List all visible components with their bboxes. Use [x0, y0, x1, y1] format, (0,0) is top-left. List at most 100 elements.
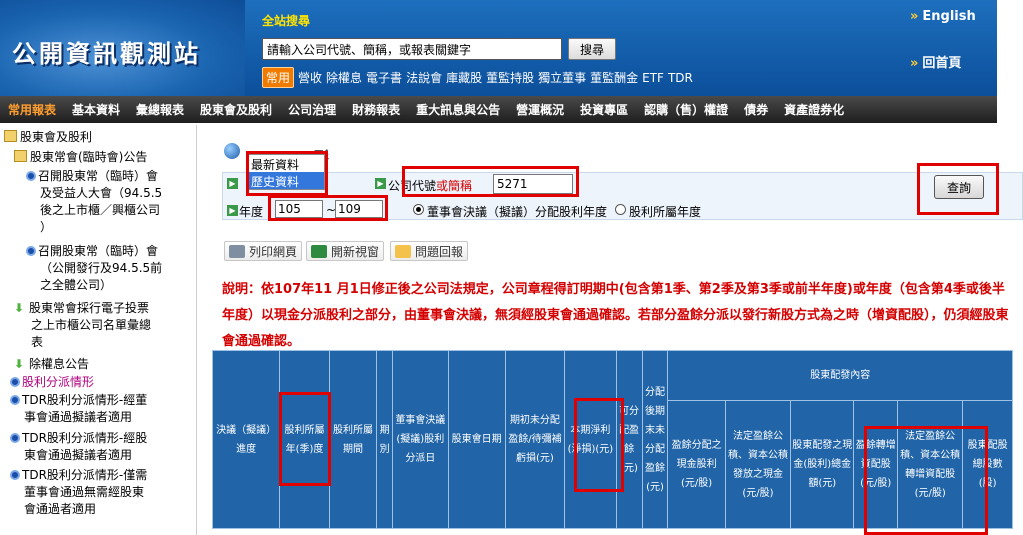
tree-item-current[interactable]: 股利分派情形	[10, 374, 94, 391]
table-header: 決議（擬議）進度	[211, 350, 281, 529]
nav-item[interactable]: 財務報表	[344, 101, 408, 118]
main-nav: 常用報表 基本資料 彙總報表 股東會及股利 公司治理 財務報表 重大訊息與公告 …	[0, 96, 997, 123]
tree-root[interactable]: 股東會及股利	[4, 129, 92, 146]
quick-link[interactable]: TDR	[668, 71, 693, 85]
bullet-icon	[10, 470, 20, 480]
table-subheader: 盈餘轉增資配股(元/股)	[853, 400, 899, 529]
radio-board-year[interactable]	[413, 204, 424, 215]
bullet-icon	[10, 433, 20, 443]
table-header: 董事會決議(擬議)股利分派日	[392, 350, 449, 529]
table-subheader: 股東配股總股數(股)	[962, 400, 1013, 529]
quick-link[interactable]: 庫藏股	[446, 69, 482, 86]
arrow-right-icon: ▶	[227, 205, 238, 216]
company-code-input[interactable]	[493, 174, 573, 194]
table-header: 期別	[376, 350, 394, 529]
tree-group[interactable]: 股東常會(臨時會)公告	[14, 149, 147, 166]
tree-group[interactable]: ⬇ 股東常會採行電子投票 之上市櫃公司名單彙總 表	[14, 300, 151, 351]
nav-item[interactable]: 認購（售）權證	[636, 101, 736, 118]
site-logo[interactable]: 公開資訊觀測站	[12, 34, 201, 69]
tree-item[interactable]: 召開股東常（臨時）會 （公開發行及94.5.5前 之全體公司）	[26, 243, 162, 294]
table-header: 股東會日期	[447, 350, 506, 529]
bullet-icon	[10, 395, 20, 405]
home-link[interactable]: » 回首頁	[910, 52, 961, 71]
double-chevron-icon: »	[910, 56, 919, 71]
nav-item[interactable]: 彙總報表	[128, 101, 192, 118]
quick-link[interactable]: 獨立董事	[538, 69, 586, 86]
nav-item[interactable]: 基本資料	[64, 101, 128, 118]
year-from-input[interactable]	[275, 200, 323, 218]
table-subheader: 法定盈餘公積、資本公積轉增資配股(元/股)	[897, 400, 964, 529]
site-header: 公開資訊觀測站 全站搜尋 搜尋 常用 營收 除權息 電子書 法說會 庫藏股 董監…	[0, 0, 997, 96]
nav-item[interactable]: 投資專區	[572, 101, 636, 118]
dividend-table: 決議（擬議）進度 股利所屬年(季)度 股利所屬期間 期別 董事會決議(擬議)股利…	[211, 350, 1013, 529]
search-title: 全站搜尋	[262, 14, 311, 28]
table-subheader: 法定盈餘公積、資本公積發放之現金(元/股)	[724, 400, 792, 529]
tree-group[interactable]: ⬇ 除權息公告	[14, 356, 89, 373]
year-label: 年度	[239, 205, 264, 219]
english-link[interactable]: » English	[910, 9, 976, 24]
bullet-icon	[26, 246, 36, 256]
table-subheader: 盈餘分配之現金股利(元/股)	[667, 400, 726, 529]
folder-icon	[4, 130, 17, 142]
nav-item[interactable]: 資產證券化	[776, 101, 852, 118]
arrow-right-icon: ▶	[375, 178, 386, 189]
radio-dividend-year[interactable]	[615, 204, 626, 215]
quick-link[interactable]: 董監酬金	[590, 69, 638, 86]
table-header: 分配後期末未分配盈餘(元)	[641, 350, 669, 529]
dropdown-option-history[interactable]: 歷史資料	[248, 172, 324, 189]
radio-dividend-year-label: 股利所屬年度	[629, 205, 702, 219]
tree-item[interactable]: TDR股利分派情形-經董 事會通過擬議者適用	[10, 392, 147, 426]
arrow-right-icon: ▶	[227, 178, 238, 189]
nav-item[interactable]: 常用報表	[0, 101, 64, 118]
new-window-button[interactable]: 開新視窗	[306, 241, 385, 261]
table-header: 股利所屬期間	[328, 350, 378, 529]
quick-badge: 常用	[262, 67, 295, 88]
double-chevron-icon: »	[910, 9, 919, 24]
printer-icon	[229, 244, 245, 258]
tree-item[interactable]: 召開股東常（臨時）會 及受益人大會（94.5.5 後之上市櫃／興櫃公司 ）	[26, 168, 162, 236]
report-issue-button[interactable]: 問題回報	[390, 241, 469, 261]
quick-link[interactable]: 董監持股	[486, 69, 534, 86]
table-header: 期初未分配盈餘/待彌補虧損(元)	[504, 350, 566, 529]
notice-text: 說明：依107年11 月1日修正後之公司法規定，公司章程得訂明期中(包含第1季、…	[222, 282, 1009, 349]
nav-item[interactable]: 重大訊息與公告	[408, 101, 508, 118]
company-code-label: 公司代號或簡稱	[388, 179, 473, 193]
search-button[interactable]: 搜尋	[568, 38, 616, 60]
quick-link[interactable]: 營收	[298, 69, 322, 86]
quick-link[interactable]: 除權息	[326, 69, 362, 86]
table-header: 可分配盈餘(元)	[615, 350, 643, 529]
tree-item[interactable]: TDR股利分派情形-僅需 董事會通過無需經股東 會通過者適用	[10, 467, 147, 518]
main-content: 形 ▶ ▶ 最新資料 歷史資料 ▶ 公司代號或簡稱 查詢 ▶ 年度 ~ 董事會決…	[211, 125, 1023, 535]
sidebar-tree: 股東會及股利 股東常會(臨時會)公告 召開股東常（臨時）會 及受益人大會（94.…	[0, 125, 197, 535]
bullet-icon	[26, 171, 36, 181]
envelope-icon	[395, 244, 411, 258]
nav-item[interactable]: 債券	[736, 101, 776, 118]
nav-item[interactable]: 公司治理	[280, 101, 344, 118]
radio-board-year-label: 董事會決議（擬議）分配股利年度	[427, 205, 608, 219]
green-arrow-icon: ⬇	[14, 357, 25, 371]
tree-item[interactable]: TDR股利分派情形-經股 東會通過擬議者適用	[10, 430, 147, 464]
data-type-dropdown[interactable]: 最新資料 歷史資料	[247, 154, 325, 190]
english-link-label: English	[922, 9, 976, 24]
bullet-icon	[10, 377, 20, 387]
year-to-input[interactable]	[335, 200, 383, 218]
search-input[interactable]	[262, 38, 562, 60]
table-subheader: 股東配發之現金(股利)總金額(元)	[790, 400, 855, 529]
green-arrow-icon: ⬇	[14, 301, 25, 315]
table-group-header: 股東配發內容	[667, 350, 1013, 401]
table-header: 股利所屬年(季)度	[279, 350, 330, 529]
dropdown-option-latest[interactable]: 最新資料	[248, 155, 324, 172]
query-button[interactable]: 查詢	[934, 175, 984, 199]
print-page-button[interactable]: 列印網頁	[224, 241, 303, 261]
nav-item[interactable]: 股東會及股利	[192, 101, 280, 118]
quick-links: 常用 營收 除權息 電子書 法說會 庫藏股 董監持股 獨立董事 董監酬金 ETF…	[262, 67, 693, 88]
table-header: 本期淨利(淨損)(元)	[564, 350, 617, 529]
quick-link[interactable]: 電子書	[366, 69, 402, 86]
folder-icon	[14, 150, 27, 162]
checkmark-icon	[311, 244, 327, 258]
quick-link[interactable]: ETF	[642, 71, 664, 85]
nav-item[interactable]: 營運概況	[508, 101, 572, 118]
globe-icon	[224, 143, 240, 159]
home-link-label: 回首頁	[922, 56, 962, 71]
quick-link[interactable]: 法說會	[406, 69, 442, 86]
